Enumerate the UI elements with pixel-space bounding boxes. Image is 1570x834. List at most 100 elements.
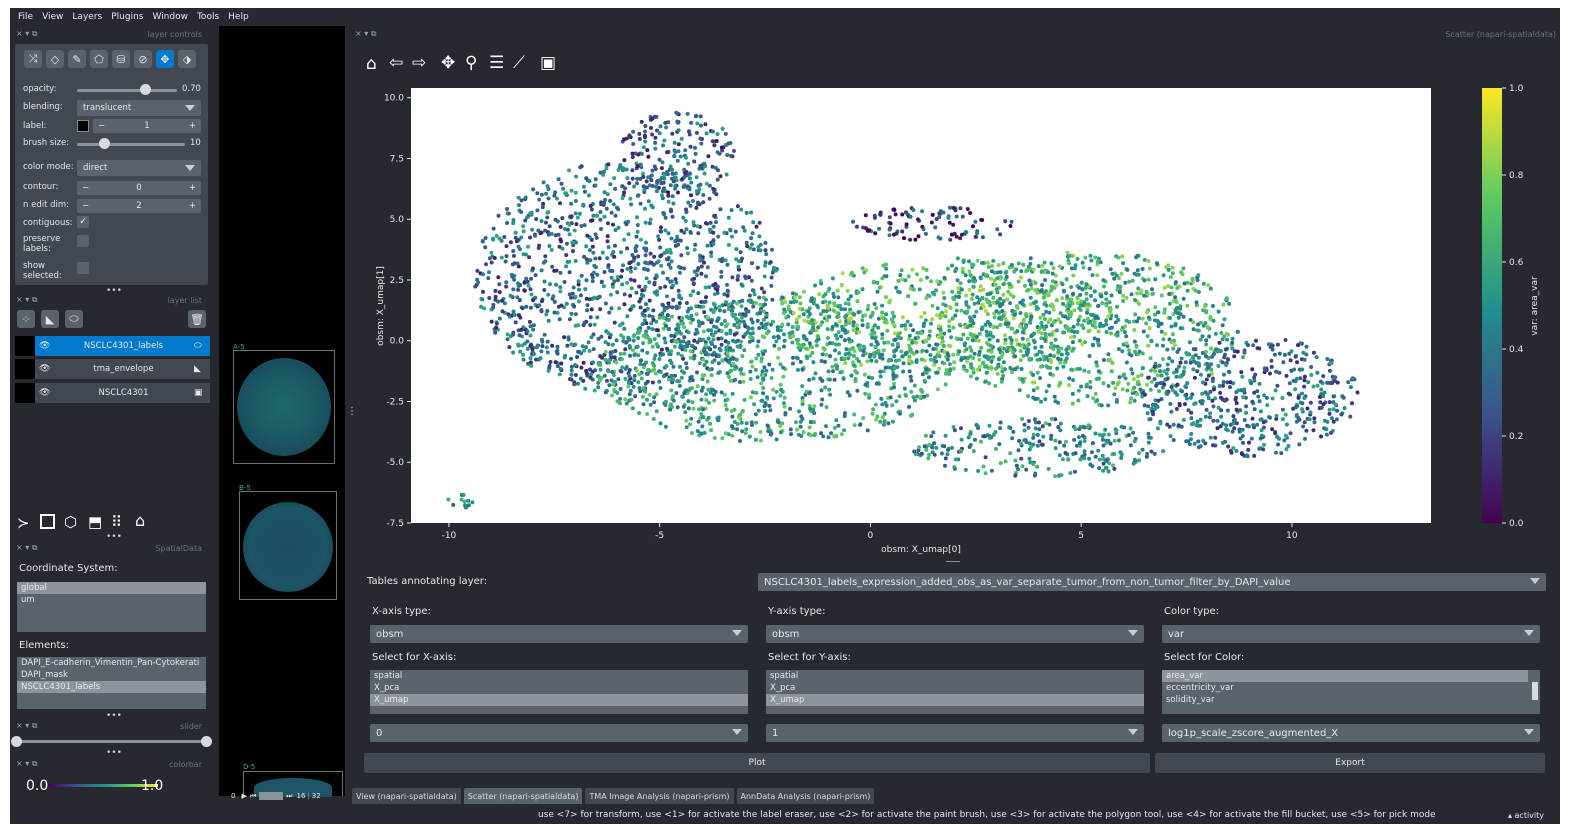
ndisplay-icon[interactable] [40,514,55,529]
menu-tools[interactable]: Tools [197,12,219,22]
minus-icon[interactable]: − [82,183,89,193]
list-item[interactable]: spatial [766,670,1144,682]
color-type-select[interactable]: var [1162,625,1540,643]
range-slider-max-knob[interactable] [201,736,212,747]
save-icon[interactable]: ▣ [540,53,556,73]
console-icon[interactable]: ≻ [17,514,30,532]
color-layer-select[interactable]: log1p_scale_zscore_augmented_X [1162,724,1540,742]
play-icon[interactable]: ▶ [241,792,246,800]
menu-window[interactable]: Window [152,12,188,22]
x-axis-type-select[interactable]: obsm [370,625,748,643]
pan-zoom-icon[interactable]: ✥ [156,50,174,68]
plus-icon[interactable]: + [189,183,196,193]
y-axis-options-list[interactable]: spatial X_pca X_umap [766,670,1144,714]
show-selected-checkbox[interactable] [77,262,89,274]
brush-size-slider-knob[interactable] [99,138,110,149]
list-item[interactable]: eccentricity_var [1162,682,1540,694]
list-item[interactable]: X_pca [766,682,1144,694]
plot-button[interactable]: Plot [364,753,1150,773]
shuffle-colors-icon[interactable]: ⤨ [24,50,42,68]
dock-buttons[interactable]: × ▾ ⧉ [16,29,38,39]
grid-icon[interactable]: ⠿ [111,513,122,531]
layer-item-envelope[interactable]: 👁 tma_envelope ◣ [15,359,210,379]
home-icon[interactable]: ⌂ [135,511,145,530]
dock-buttons[interactable]: × ▾ ⧉ [16,721,38,731]
range-slider[interactable] [16,740,206,743]
eye-icon[interactable]: 👁 [39,364,53,374]
color-mode-select[interactable]: direct [77,160,201,176]
back-icon[interactable]: ⇦ [389,53,403,73]
tables-select[interactable]: NSCLC4301_labels_expression_added_obs_as… [758,573,1546,591]
label-color-swatch[interactable] [77,120,89,132]
activity-button[interactable]: ▴ activity [1508,811,1544,820]
export-button[interactable]: Export [1155,753,1545,773]
step-icon[interactable]: ⏮ [250,792,256,801]
list-item[interactable]: X_umap [370,694,748,706]
x-dim-select[interactable]: 0 [370,724,748,742]
tab-scatter[interactable]: Scatter (napari-spatialdata) [463,788,583,804]
list-item[interactable]: DAPI_E-cadherin_Vimentin_Pan-Cytokerati [17,657,206,669]
range-slider-min-knob[interactable] [11,736,22,747]
napari-canvas[interactable]: A-5 B-5 D-5 [219,26,345,797]
menu-view[interactable]: View [42,12,63,22]
scrollbar[interactable] [1532,682,1538,700]
menu-layers[interactable]: Layers [72,12,102,22]
eye-icon[interactable]: 👁 [39,388,53,398]
plus-icon[interactable]: + [189,121,196,131]
menu-file[interactable]: File [18,12,33,22]
tab-anndata-analysis[interactable]: AnnData Analysis (napari-prism) [736,788,875,804]
tab-view[interactable]: View (napari-spatialdata) [352,788,461,804]
color-picker-icon[interactable]: ⊘ [134,50,152,68]
n-edit-dim-spinbox[interactable]: − 2 + [77,199,201,213]
list-item[interactable]: X_pca [370,682,748,694]
y-axis-type-select[interactable]: obsm [766,625,1144,643]
roll-dims-icon[interactable]: ⬡ [64,513,77,531]
zoom-icon[interactable]: ⚲ [465,53,477,73]
minus-icon[interactable]: − [82,201,89,211]
menu-plugins[interactable]: Plugins [111,12,143,22]
transform-icon[interactable]: ⬗ [178,50,196,68]
plus-icon[interactable]: + [189,201,196,211]
dock-buttons[interactable]: × ▾ ⧉ [16,759,38,769]
list-item[interactable]: DAPI_mask [17,669,206,681]
dock-buttons[interactable]: × ▾ ⧉ [16,543,38,553]
eye-icon[interactable]: 👁 [39,341,53,351]
paint-brush-icon[interactable]: ✎ [68,50,86,68]
edit-axes-icon[interactable]: ⟋ [513,53,525,73]
contour-spinbox[interactable]: − 0 + [77,181,201,195]
list-item[interactable]: NSCLC4301_labels [17,681,206,693]
y-dim-select[interactable]: 1 [766,724,1144,742]
new-labels-layer-icon[interactable]: ⬭ [65,310,83,328]
list-item[interactable]: area_var [1162,670,1528,682]
brush-size-slider[interactable] [77,143,185,146]
x-axis-options-list[interactable]: spatial X_pca X_umap [370,670,748,714]
transpose-icon[interactable]: ⬒ [88,513,102,531]
delete-layer-icon[interactable]: 🗑 [188,310,206,328]
step-forward-icon[interactable]: ⏭ [286,792,292,801]
polygon-tool-icon[interactable]: ⬠ [90,50,108,68]
configure-icon[interactable]: ☰ [489,53,504,73]
elements-list[interactable]: DAPI_E-cadherin_Vimentin_Pan-Cytokerati … [17,657,206,709]
layer-item-labels[interactable]: 👁 NSCLC4301_labels ⬭ [15,336,210,356]
preserve-labels-checkbox[interactable] [77,235,89,247]
dock-buttons[interactable]: × ▾ ⧉ [355,29,377,39]
list-item[interactable]: um [17,594,206,606]
list-item[interactable]: spatial [370,670,748,682]
pan-icon[interactable]: ✥ [441,53,455,73]
new-shapes-layer-icon[interactable]: ◣ [41,310,59,328]
list-item[interactable]: global [17,582,206,594]
tab-tma-image-analysis[interactable]: TMA Image Analysis (napari-prism) [585,788,734,804]
new-points-layer-icon[interactable]: ⁘ [17,310,35,328]
list-item[interactable]: solidity_var [1162,694,1540,706]
contiguous-checkbox[interactable]: ✓ [77,216,89,228]
minus-icon[interactable]: − [98,121,105,131]
color-options-list[interactable]: area_var eccentricity_var solidity_var [1162,670,1540,714]
dock-buttons[interactable]: × ▾ ⧉ [16,295,38,305]
splitter-handle-icon[interactable] [946,561,960,562]
list-item[interactable]: X_umap [766,694,1144,706]
dims-slider-track[interactable] [259,792,284,800]
home-icon[interactable]: ⌂ [366,54,377,74]
coordinate-system-list[interactable]: global um [17,582,206,632]
scatter-plot[interactable]: -10 -5 0 5 10-7.5-5.0-2.50.02.55.07.510.0 0.… [355,78,1560,563]
fill-bucket-icon[interactable]: ⛁ [112,50,130,68]
